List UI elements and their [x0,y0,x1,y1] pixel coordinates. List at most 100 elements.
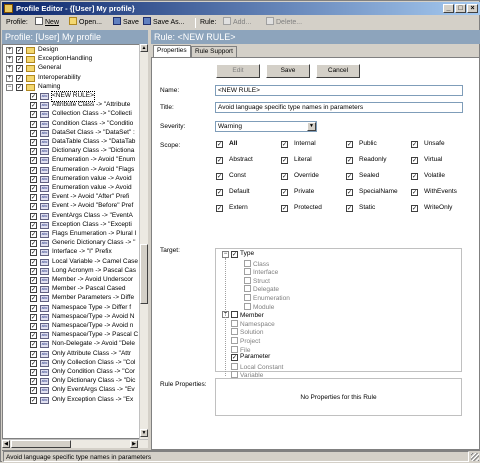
scope-option[interactable]: ✓ Volatile [411,171,445,180]
checkbox[interactable] [231,319,238,327]
expand-icon[interactable]: + [6,65,13,73]
checkbox[interactable] [244,294,251,301]
scope-option[interactable]: ✓ Readonly [346,155,386,164]
target-tree[interactable]: − ✓ Type Class Interface Struct Delegate Enumer… [215,248,462,379]
checkbox[interactable]: ✓ [30,304,37,312]
checkbox[interactable]: ✓ [281,205,288,212]
checkbox[interactable]: ✓ [346,173,353,180]
maximize-button[interactable]: □ [455,4,466,13]
checkbox[interactable]: ✓ [411,157,418,164]
new-button[interactable]: New [35,16,59,30]
checkbox[interactable]: ✓ [216,173,223,180]
checkbox[interactable]: ✓ [30,231,37,238]
checkbox[interactable]: ✓ [30,139,37,146]
checkbox[interactable]: ✓ [346,205,353,212]
checkbox[interactable]: ✓ [30,166,37,174]
save-as-button[interactable]: Save As... [143,16,185,30]
scope-option[interactable]: ✓ Abstract [216,155,253,164]
checkbox[interactable]: ✓ [30,323,37,330]
open-button[interactable]: Open... [69,16,102,30]
checkbox[interactable]: ✓ [30,240,37,248]
target-type[interactable]: ✓ Type [231,250,254,259]
scope-option[interactable]: ✓ Static [346,203,375,212]
scope-option[interactable]: ✓ Virtual [411,155,442,164]
checkbox[interactable]: ✓ [30,148,37,156]
scope-option[interactable]: ✓ WriteOnly [411,203,452,212]
checkbox[interactable]: ✓ [16,83,23,91]
scope-option[interactable]: ✓ Internal [281,139,316,148]
expand-icon[interactable]: + [6,74,13,82]
checkbox[interactable]: ✓ [30,102,37,110]
title-field[interactable]: Avoid language specific type names in pa… [215,102,463,113]
checkbox[interactable]: ✓ [30,111,37,119]
checkbox[interactable]: ✓ [281,189,288,196]
checkbox[interactable]: ✓ [30,185,37,192]
checkbox[interactable]: ✓ [30,350,37,358]
scope-option[interactable]: ✓ Private [281,187,314,196]
add-rule-button[interactable]: Add... [223,16,251,30]
checkbox[interactable]: ✓ [346,141,353,148]
scroll-down-arrow[interactable]: ▼ [140,429,148,437]
checkbox[interactable] [244,302,251,310]
checkbox[interactable]: ✓ [30,286,37,294]
checkbox[interactable]: ✓ [30,277,37,284]
checkbox[interactable] [244,276,251,284]
scope-option[interactable]: ✓ Override [281,171,319,180]
scope-option[interactable]: ✓ Public [346,139,377,148]
expand-icon[interactable]: + [6,47,13,54]
checkbox[interactable]: ✓ [30,175,37,183]
edit-button[interactable]: Edit [216,64,260,78]
delete-rule-button[interactable]: Delete... [266,16,302,30]
checkbox[interactable]: ✓ [281,157,288,164]
checkbox[interactable] [244,259,251,267]
tab-properties[interactable]: Properties [153,45,191,57]
checkbox[interactable]: ✓ [281,141,288,148]
scope-option[interactable]: ✓ Default [216,187,250,196]
checkbox[interactable]: ✓ [30,120,37,128]
checkbox[interactable]: ✓ [216,189,223,196]
tab-rule-support[interactable]: Rule Support [191,46,237,57]
collapse-icon[interactable]: − [222,251,229,258]
save-rule-button[interactable]: Save [266,64,310,78]
checkbox[interactable] [231,328,238,336]
checkbox[interactable]: ✓ [30,313,37,321]
checkbox[interactable] [231,311,238,319]
scroll-thumb[interactable] [140,244,148,304]
chevron-down-icon[interactable]: ▼ [307,122,316,131]
checkbox[interactable]: ✓ [30,221,37,229]
hscroll-thumb[interactable] [11,440,71,448]
checkbox[interactable] [231,345,238,353]
checkbox[interactable]: ✓ [16,56,23,64]
minimize-button[interactable]: _ [443,4,454,13]
checkbox[interactable]: ✓ [30,387,37,395]
checkbox[interactable]: ✓ [411,173,418,180]
scroll-left-arrow[interactable]: ◀ [2,440,10,448]
checkbox[interactable]: ✓ [30,93,37,100]
checkbox[interactable] [244,285,251,293]
checkbox[interactable]: ✓ [30,258,37,266]
tree-horizontal-scrollbar[interactable]: ◀ ▶ [2,439,148,448]
checkbox[interactable]: ✓ [411,141,418,148]
checkbox[interactable]: ✓ [30,369,37,376]
checkbox[interactable]: ✓ [16,74,23,82]
checkbox[interactable]: ✓ [30,332,37,340]
target-parameter[interactable]: ✓ Parameter [231,353,270,362]
severity-dropdown[interactable]: Warning ▼ [215,121,317,132]
scope-option[interactable]: ✓ SpecialName [346,187,398,196]
tree-vertical-scrollbar[interactable]: ▲ ▼ [139,44,148,439]
checkbox[interactable]: ✓ [30,194,37,202]
checkbox[interactable]: ✓ [30,359,37,367]
checkbox[interactable]: ✓ [216,157,223,164]
scope-option[interactable]: ✓ Const [216,171,246,180]
checkbox[interactable] [231,337,238,344]
checkbox[interactable]: ✓ [411,205,418,212]
checkbox[interactable]: ✓ [30,267,37,275]
checkbox[interactable]: ✓ [281,173,288,180]
save-button[interactable]: Save [113,16,139,30]
checkbox[interactable]: ✓ [346,189,353,196]
scope-option[interactable]: ✓ Unsafe [411,139,445,148]
scope-option[interactable]: ✓ Extern [216,203,248,212]
checkbox[interactable]: ✓ [30,212,37,220]
checkbox[interactable]: ✓ [16,47,23,54]
resize-grip-icon[interactable] [471,453,479,461]
